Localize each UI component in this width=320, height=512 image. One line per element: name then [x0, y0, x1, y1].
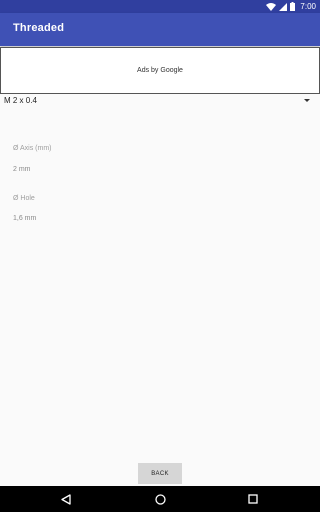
navigation-bar [0, 486, 320, 512]
back-button[interactable]: BACK [138, 463, 182, 484]
axis-label: Ø Axis (mm) [13, 145, 52, 152]
axis-value: 2 mm [13, 166, 31, 173]
status-time: 7:00 [300, 2, 316, 11]
spinner-selected-value: M 2 x 0.4 [4, 96, 37, 105]
recents-nav-icon[interactable] [246, 492, 260, 506]
signal-icon [279, 2, 288, 11]
back-nav-icon[interactable] [59, 492, 73, 506]
status-bar: 7:00 [0, 0, 320, 13]
home-nav-icon[interactable] [153, 492, 167, 506]
hole-value: 1,6 mm [13, 215, 37, 222]
app-bar: Threaded [0, 13, 320, 46]
ad-text: Ads by Google [137, 67, 183, 74]
dropdown-arrow-icon [304, 99, 310, 102]
wifi-icon [266, 2, 277, 11]
ad-banner[interactable]: Ads by Google [0, 47, 320, 94]
battery-icon [290, 2, 296, 11]
app-title: Threaded [13, 22, 65, 34]
thread-size-spinner[interactable]: M 2 x 0.4 [0, 95, 320, 107]
status-icons: 7:00 [266, 1, 316, 12]
hole-label: Ø Hole [13, 195, 35, 202]
